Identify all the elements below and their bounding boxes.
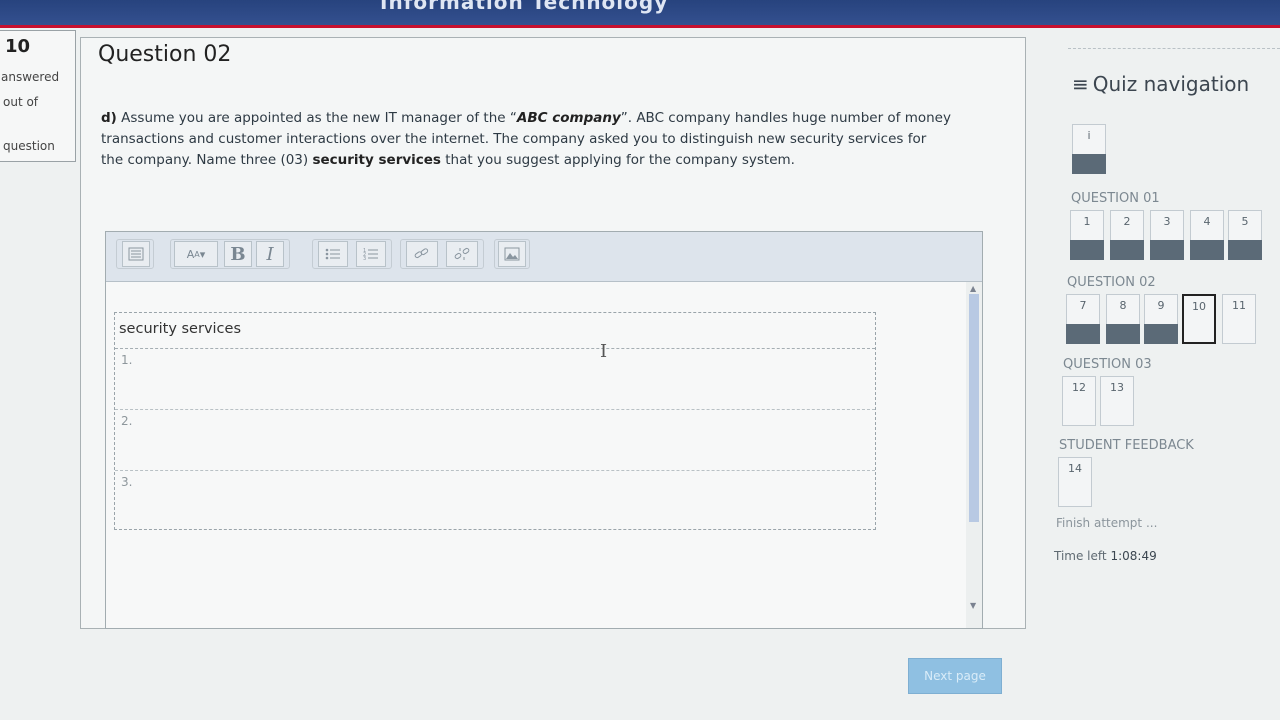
- unordered-list-icon[interactable]: [318, 241, 348, 267]
- answer-table[interactable]: security services 1. 2. 3.: [114, 312, 876, 530]
- status-answered: answered: [1, 70, 60, 84]
- editor-toolbar: A A ▾ B I 123: [106, 232, 982, 282]
- nav-question-10[interactable]: 10: [1182, 294, 1216, 344]
- question-info-box: 10 answered out of question: [0, 30, 76, 162]
- table-header: security services: [115, 313, 875, 349]
- section-question-02: QUESTION 02: [1067, 275, 1156, 290]
- scroll-down-icon[interactable]: ▼: [970, 601, 976, 610]
- company-name: ABC company: [516, 110, 621, 126]
- toolbar-toggle-icon[interactable]: [122, 241, 150, 267]
- part-label: d): [101, 110, 117, 126]
- table-row[interactable]: 1.: [115, 349, 875, 410]
- font-size-icon[interactable]: A A ▾: [174, 241, 218, 267]
- time-left-label: Time left: [1054, 549, 1107, 563]
- unlink-icon[interactable]: [446, 241, 478, 267]
- bold-button[interactable]: B: [224, 241, 252, 267]
- nav-question-1[interactable]: 1: [1070, 210, 1104, 260]
- nav-question-7[interactable]: 7: [1066, 294, 1100, 344]
- scrollbar-thumb[interactable]: [969, 294, 979, 522]
- question-text-3: that you suggest applying for the compan…: [440, 152, 795, 168]
- nav-question-3[interactable]: 3: [1150, 210, 1184, 260]
- quiz-navigation-title: ≡ Quiz navigation: [1072, 72, 1249, 96]
- time-left: Time left 1:08:49: [1054, 549, 1157, 563]
- flag-question[interactable]: question: [3, 139, 55, 153]
- section-question-01: QUESTION 01: [1071, 191, 1160, 206]
- info-button[interactable]: i: [1072, 124, 1106, 174]
- finish-attempt-link[interactable]: Finish attempt ...: [1056, 516, 1157, 530]
- nav-question-13[interactable]: 13: [1100, 376, 1134, 426]
- nav-question-5[interactable]: 5: [1228, 210, 1262, 260]
- image-icon[interactable]: [498, 241, 526, 267]
- status-marks: out of: [3, 95, 39, 109]
- table-row[interactable]: 2.: [115, 410, 875, 471]
- question-number: 10: [5, 36, 31, 57]
- course-title: Information Technology: [380, 0, 669, 14]
- question-title: Question 02: [98, 42, 232, 67]
- answer-editor[interactable]: A A ▾ B I 123 security services 1. 2. 3.…: [105, 231, 983, 629]
- nav-question-12[interactable]: 12: [1062, 376, 1096, 426]
- text-cursor-icon: I: [600, 341, 608, 362]
- nav-question-4[interactable]: 4: [1190, 210, 1224, 260]
- nav-question-14[interactable]: 14: [1058, 457, 1092, 507]
- nav-title-text: Quiz navigation: [1092, 72, 1250, 96]
- ordered-list-icon[interactable]: 123: [356, 241, 386, 267]
- editor-scrollbar[interactable]: ▲ ▼: [966, 282, 982, 628]
- svg-text:3: 3: [363, 256, 366, 261]
- nav-question-2[interactable]: 2: [1110, 210, 1144, 260]
- italic-button[interactable]: I: [256, 241, 284, 267]
- scroll-up-icon[interactable]: ▲: [970, 284, 976, 293]
- nav-question-8[interactable]: 8: [1106, 294, 1140, 344]
- question-text: d) Assume you are appointed as the new I…: [101, 108, 951, 171]
- table-row[interactable]: 3.: [115, 471, 875, 529]
- question-text-1: Assume you are appointed as the new IT m…: [121, 110, 517, 126]
- divider: [1068, 48, 1280, 49]
- next-page-button[interactable]: Next page: [908, 658, 1002, 694]
- time-left-value: 1:08:49: [1110, 549, 1157, 563]
- link-icon[interactable]: [406, 241, 438, 267]
- section-question-03: QUESTION 03: [1063, 357, 1152, 372]
- bold-term: security services: [312, 152, 441, 168]
- editor-content-area[interactable]: security services 1. 2. 3.: [106, 282, 968, 628]
- top-banner: Information Technology: [0, 0, 1280, 28]
- section-student-feedback: STUDENT FEEDBACK: [1059, 438, 1194, 453]
- hamburger-icon[interactable]: ≡: [1072, 72, 1089, 96]
- info-label: i: [1087, 129, 1091, 142]
- nav-question-9[interactable]: 9: [1144, 294, 1178, 344]
- nav-question-11[interactable]: 11: [1222, 294, 1256, 344]
- question-card: Question 02 d) Assume you are appointed …: [80, 37, 1026, 629]
